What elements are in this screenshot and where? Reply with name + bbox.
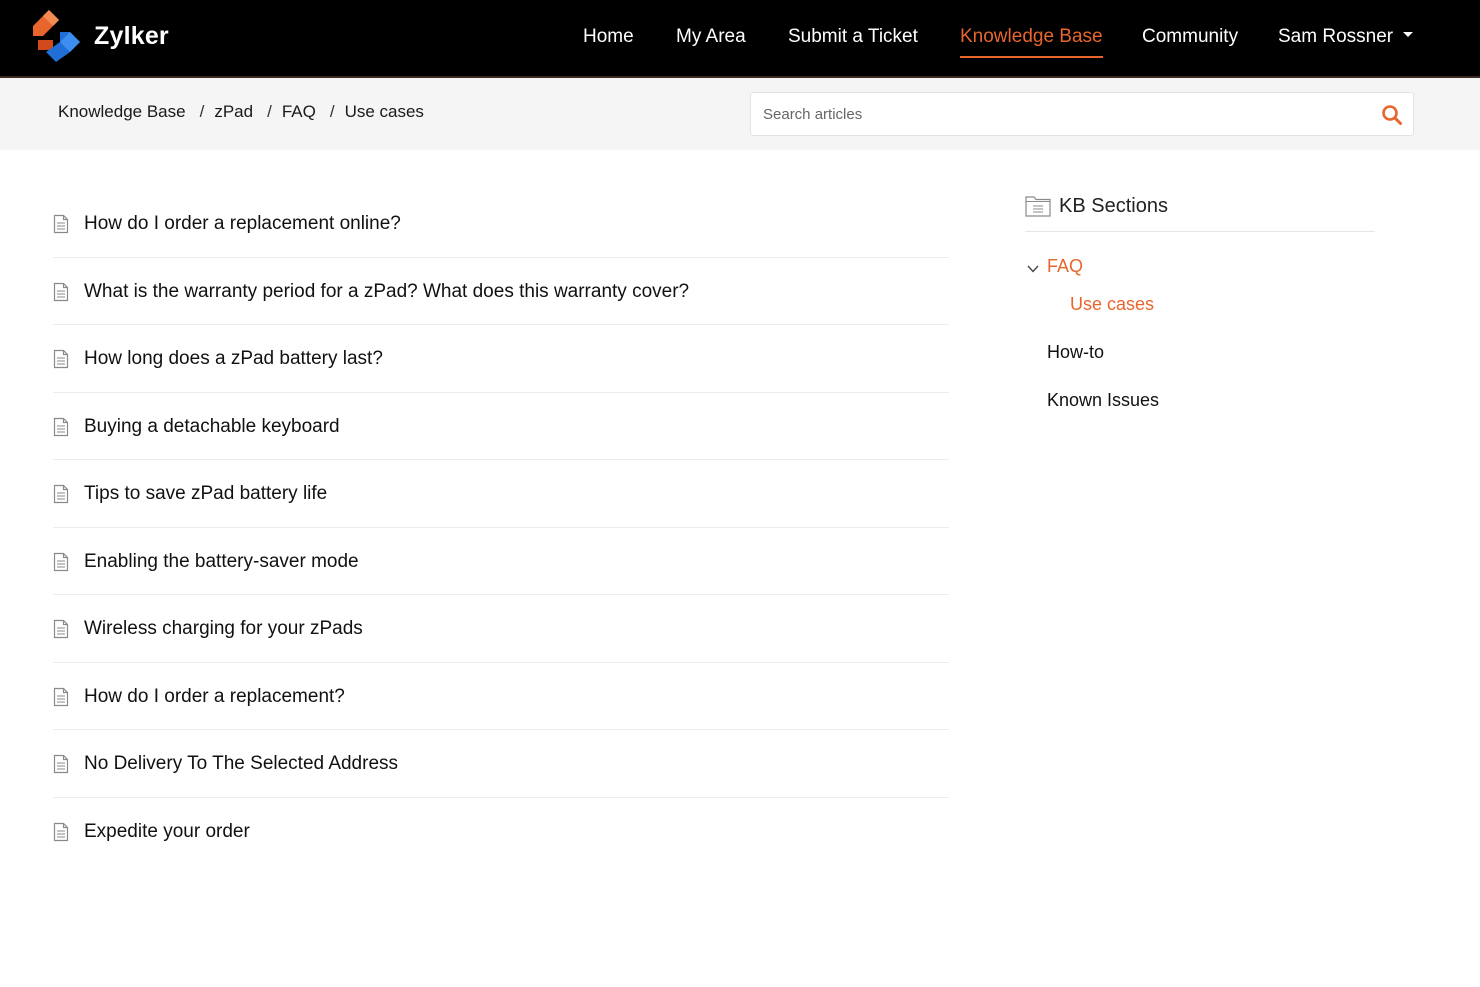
article-title: How long does a zPad battery last? <box>84 348 383 369</box>
kb-section-use-cases[interactable]: Use cases <box>1070 294 1154 315</box>
article-item[interactable]: No Delivery To The Selected Address <box>53 730 949 798</box>
chevron-down-icon[interactable] <box>1026 262 1040 276</box>
document-icon <box>53 552 69 571</box>
article-title: No Delivery To The Selected Address <box>84 753 399 774</box>
breadcrumb: Knowledge Base / zPad / FAQ / Use cases <box>58 102 424 122</box>
document-icon <box>53 754 69 774</box>
brand[interactable]: Zylker <box>30 10 169 62</box>
kb-sections-panel: KB Sections FAQ Use cases How-to Known I… <box>1025 192 1375 410</box>
article-item[interactable]: Enabling the battery-saver mode <box>53 528 949 595</box>
nav-my-area[interactable]: My Area <box>676 24 746 50</box>
article-title: Expedite your order <box>84 820 250 842</box>
article-item[interactable]: How do I order a replacement? <box>53 663 949 730</box>
sub-header: Knowledge Base / zPad / FAQ / Use cases <box>0 78 1480 150</box>
document-icon <box>53 484 69 504</box>
caret-down-icon <box>1403 32 1414 38</box>
breadcrumb-zpad[interactable]: zPad <box>214 102 253 122</box>
active-nav-underline <box>960 56 1103 58</box>
breadcrumb-knowledge-base[interactable]: Knowledge Base <box>58 102 186 122</box>
article-title: Buying a detachable keyboard <box>84 415 340 437</box>
user-name: Sam Rossner <box>1278 26 1394 47</box>
folder-icon <box>1025 196 1051 217</box>
kb-section-faq[interactable]: FAQ <box>1047 256 1083 277</box>
nav-home[interactable]: Home <box>583 24 634 50</box>
article-title: How do I order a replacement? <box>84 685 345 707</box>
document-icon <box>53 822 69 841</box>
article-title: Enabling the battery-saver mode <box>84 550 359 572</box>
nav-knowledge-base[interactable]: Knowledge Base <box>960 24 1103 50</box>
document-icon <box>53 417 69 436</box>
article-item[interactable]: Wireless charging for your zPads <box>53 595 949 663</box>
kb-sections-header: KB Sections <box>1025 192 1375 232</box>
brand-name: Zylker <box>94 21 169 50</box>
document-icon <box>53 687 69 706</box>
article-item[interactable]: How long does a zPad battery last? <box>53 325 949 393</box>
article-item[interactable]: How do I order a replacement online? <box>53 190 949 258</box>
article-title: Wireless charging for your zPads <box>84 618 363 639</box>
kb-section-how-to[interactable]: How-to <box>1047 342 1104 363</box>
breadcrumb-use-cases: Use cases <box>344 102 424 121</box>
document-icon <box>53 619 69 639</box>
nav-submit-ticket[interactable]: Submit a Ticket <box>788 24 918 50</box>
breadcrumb-separator: / <box>267 102 272 121</box>
article-item[interactable]: Tips to save zPad battery life <box>53 460 949 528</box>
article-title: How do I order a replacement online? <box>84 213 401 234</box>
article-item[interactable]: Expedite your order <box>53 798 949 866</box>
search-box <box>750 92 1414 136</box>
search-icon[interactable] <box>1381 104 1403 126</box>
user-menu[interactable]: Sam Rossner <box>1278 24 1414 50</box>
breadcrumb-separator: / <box>199 102 205 121</box>
breadcrumb-separator: / <box>329 102 335 121</box>
article-title: Tips to save zPad battery life <box>84 483 328 504</box>
zylker-logo-icon <box>33 10 80 62</box>
article-title: What is the warranty period for a zPad? … <box>84 280 690 302</box>
nav-community[interactable]: Community <box>1142 24 1238 50</box>
document-icon <box>53 349 69 369</box>
article-list: How do I order a replacement online? Wha… <box>53 190 949 865</box>
kb-sections-title: KB Sections <box>1059 195 1168 217</box>
search-input[interactable] <box>751 93 1361 135</box>
breadcrumb-faq[interactable]: FAQ <box>282 102 316 122</box>
article-item[interactable]: What is the warranty period for a zPad? … <box>53 258 949 325</box>
top-navbar: Zylker Home My Area Submit a Ticket Know… <box>0 0 1480 78</box>
document-icon <box>53 214 69 234</box>
document-icon <box>53 282 69 301</box>
article-item[interactable]: Buying a detachable keyboard <box>53 393 949 460</box>
kb-section-known-issues[interactable]: Known Issues <box>1047 390 1159 411</box>
